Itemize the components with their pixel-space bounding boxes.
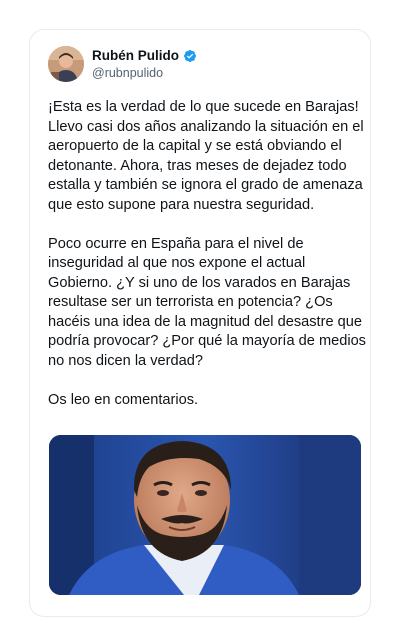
author-display-name[interactable]: Rubén Pulido (92, 48, 179, 64)
author-avatar[interactable] (48, 46, 84, 82)
author-names: Rubén Pulido @rubnpulido (92, 48, 197, 80)
tweet-media[interactable] (49, 435, 361, 595)
tweet-paragraph-3: Os leo en comentarios. (48, 391, 199, 408)
person-portrait-image (49, 435, 361, 595)
tweet-paragraph-1: ¡Esta es la verdad de lo que sucede en B… (48, 99, 364, 213)
display-name-row: Rubén Pulido (92, 48, 197, 64)
user-avatar-icon (48, 46, 84, 82)
tweet-paragraph-2: Poco ocurre en España para el nivel de i… (48, 235, 366, 369)
tweet-header: Rubén Pulido @rubnpulido (48, 44, 197, 84)
verified-badge-icon (183, 49, 197, 63)
author-handle[interactable]: @rubnpulido (92, 66, 197, 80)
tweet-text: ¡Esta es la verdad de lo que sucede en B… (48, 98, 366, 430)
